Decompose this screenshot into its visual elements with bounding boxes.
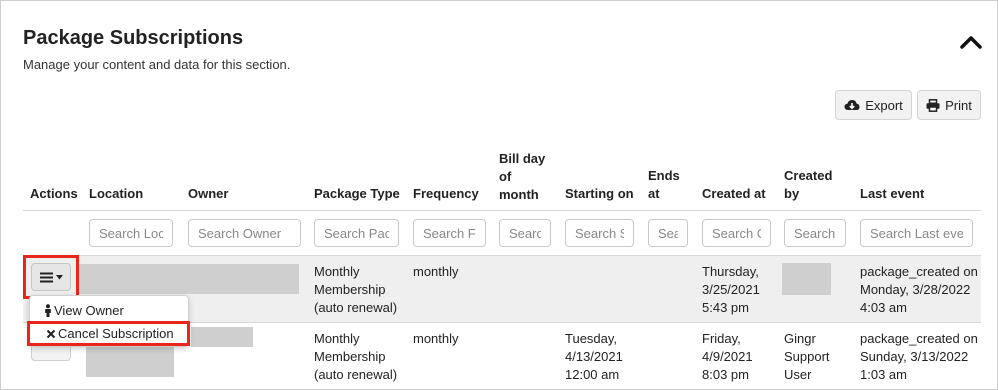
row2-created-by: Gingr Support User <box>784 330 830 384</box>
row2-last-event-line-1: package_created on <box>860 331 978 346</box>
package-subscriptions-panel: Package Subscriptions Manage your conten… <box>0 0 998 390</box>
chevron-up-icon <box>960 36 982 49</box>
row2-package-type-line-1: Monthly <box>314 331 360 346</box>
row2-last-event-line-3: 1:03 am <box>860 367 907 382</box>
print-button[interactable]: Print <box>917 90 981 120</box>
row2-starting-on: Tuesday, 4/13/2021 12:00 am <box>565 330 623 384</box>
export-label: Export <box>865 97 903 113</box>
row2-starting-on-line-1: Tuesday, <box>565 331 618 346</box>
row1-last-event-line-2: Monday, 3/28/2022 <box>860 282 971 297</box>
row2-frequency: monthly <box>413 331 459 346</box>
header-starting-on[interactable]: Starting on <box>565 185 634 203</box>
header-bill-day[interactable]: Bill day of month <box>499 150 545 204</box>
search-owner-input[interactable] <box>188 219 301 247</box>
row1-package-type-line-2: Membership <box>314 282 386 297</box>
row2-created-at-line-3: 8:03 pm <box>702 367 749 382</box>
header-bill-day-line-3: month <box>499 187 539 202</box>
redacted-location <box>86 347 174 377</box>
search-package-type-input[interactable] <box>314 219 399 247</box>
header-created-by[interactable]: Created by <box>784 167 832 203</box>
row2-created-at-line-1: Friday, <box>702 331 741 346</box>
row1-last-event-line-3: 4:03 am <box>860 300 907 315</box>
header-bill-day-line-1: Bill day <box>499 151 546 166</box>
row2-created-at-line-2: 4/9/2021 <box>702 349 753 364</box>
header-location[interactable]: Location <box>89 185 143 203</box>
row2-last-event-line-2: Sunday, 3/13/2022 <box>860 349 969 364</box>
row2-created-by-line-1: Gingr <box>784 331 816 346</box>
print-icon <box>926 98 940 112</box>
search-last-event-input[interactable] <box>860 219 973 247</box>
row1-package-type-line-3: (auto renewal) <box>314 300 398 315</box>
person-icon <box>45 304 51 317</box>
redacted-location-owner <box>77 264 299 294</box>
header-created-at[interactable]: Created at <box>702 185 766 203</box>
row1-frequency: monthly <box>413 264 459 279</box>
header-ends-at-line-1: Ends <box>648 168 680 183</box>
row2-created-by-line-2: Support <box>784 349 830 364</box>
row2-package-type-line-3: (auto renewal) <box>314 367 398 382</box>
search-created-by-input[interactable] <box>784 219 846 247</box>
row1-created-at-line-3: 5:43 pm <box>702 300 749 315</box>
header-ends-at[interactable]: Ends at <box>648 167 680 203</box>
search-location-input[interactable] <box>89 219 173 247</box>
row2-last-event: package_created on Sunday, 3/13/2022 1:0… <box>860 330 978 384</box>
collapse-button[interactable] <box>956 27 986 57</box>
header-owner[interactable]: Owner <box>188 185 228 203</box>
menu-item-view-owner[interactable]: View Owner <box>44 303 124 318</box>
row2-starting-on-line-3: 12:00 am <box>565 367 620 382</box>
section-title: Package Subscriptions <box>23 27 244 49</box>
view-owner-label: View Owner <box>54 303 124 318</box>
highlight-actions-button <box>23 255 79 299</box>
header-created-by-line-2: by <box>784 186 800 201</box>
row2-created-by-line-3: User <box>784 367 812 382</box>
header-last-event[interactable]: Last event <box>860 185 924 203</box>
header-ends-at-line-2: at <box>648 186 660 201</box>
header-created-by-line-1: Created <box>784 168 833 183</box>
cloud-download-icon <box>844 99 860 110</box>
search-frequency-input[interactable] <box>413 219 486 247</box>
export-button[interactable]: Export <box>835 90 912 120</box>
header-actions: Actions <box>30 186 78 201</box>
row1-created-at-line-1: Thursday, <box>702 264 759 279</box>
row2-starting-on-line-2: 4/13/2021 <box>565 349 623 364</box>
header-package-type[interactable]: Package Type <box>314 185 400 203</box>
header-frequency[interactable]: Frequency <box>413 185 479 203</box>
row1-package-type: Monthly Membership (auto renewal) <box>314 263 397 317</box>
section-subtitle: Manage your content and data for this se… <box>23 57 291 72</box>
row1-created-at-line-2: 3/25/2021 <box>702 282 760 297</box>
row2-package-type: Monthly Membership (auto renewal) <box>314 330 397 384</box>
row1-package-type-line-1: Monthly <box>314 264 360 279</box>
redacted-owner <box>191 327 253 347</box>
print-label: Print <box>945 97 972 113</box>
redacted-created-by <box>782 263 831 295</box>
row1-last-event: package_created on Monday, 3/28/2022 4:0… <box>860 263 978 317</box>
row1-last-event-line-1: package_created on <box>860 264 978 279</box>
header-bill-day-line-2: of <box>499 169 512 184</box>
header-divider <box>23 210 981 211</box>
row2-package-type-line-2: Membership <box>314 349 386 364</box>
search-starting-on-input[interactable] <box>565 219 634 247</box>
search-created-at-input[interactable] <box>702 219 771 247</box>
row2-created-at: Friday, 4/9/2021 8:03 pm <box>702 330 753 384</box>
row1-created-at: Thursday, 3/25/2021 5:43 pm <box>702 263 760 317</box>
search-bill-day-input[interactable] <box>499 219 551 247</box>
highlight-cancel-subscription <box>27 321 190 346</box>
search-ends-at-input[interactable] <box>648 219 688 247</box>
